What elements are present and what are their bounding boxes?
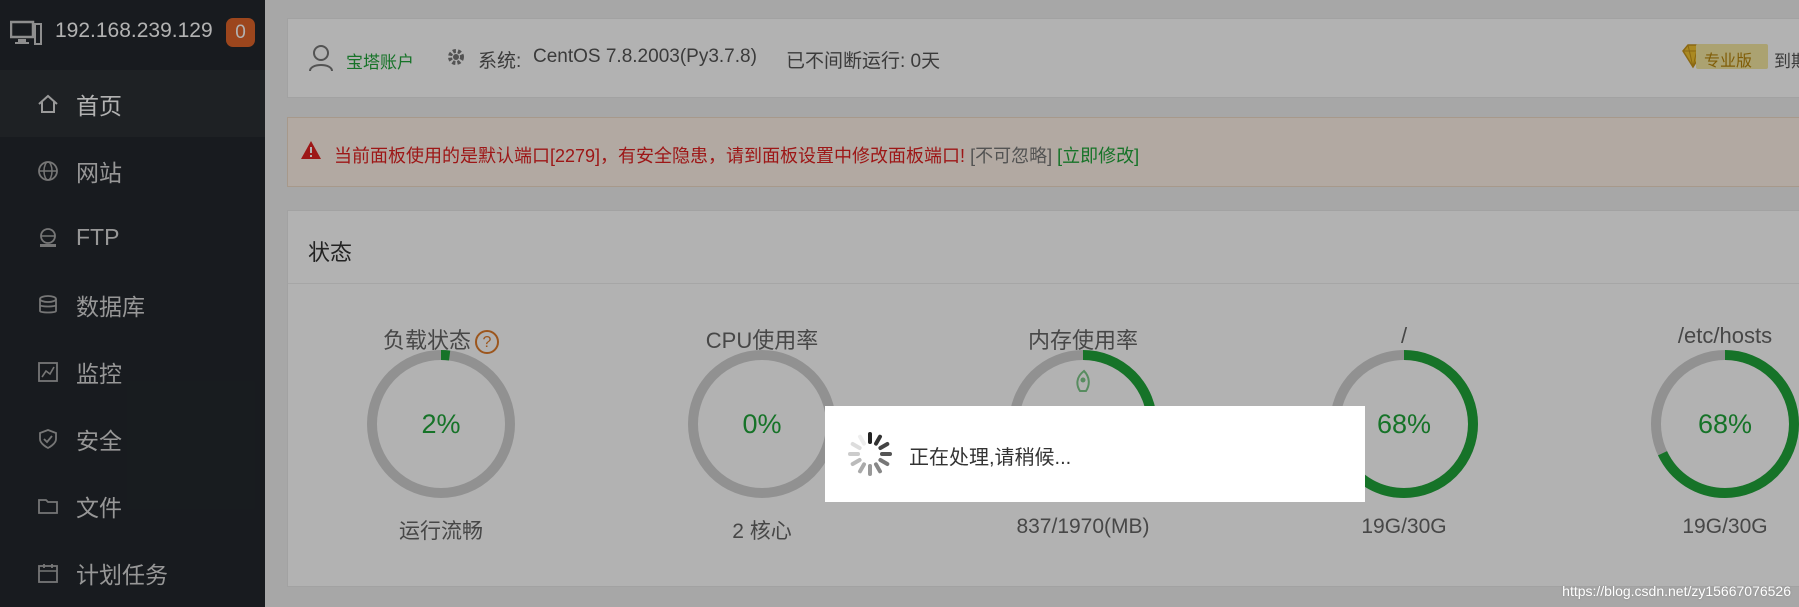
spinner-icon <box>848 432 892 476</box>
loading-dialog: 正在处理,请稍候... <box>825 406 1365 502</box>
loading-text: 正在处理,请稍候... <box>909 447 1072 469</box>
watermark: https://blog.csdn.net/zy15667076526 <box>1562 583 1791 599</box>
modal-overlay <box>0 0 1799 607</box>
